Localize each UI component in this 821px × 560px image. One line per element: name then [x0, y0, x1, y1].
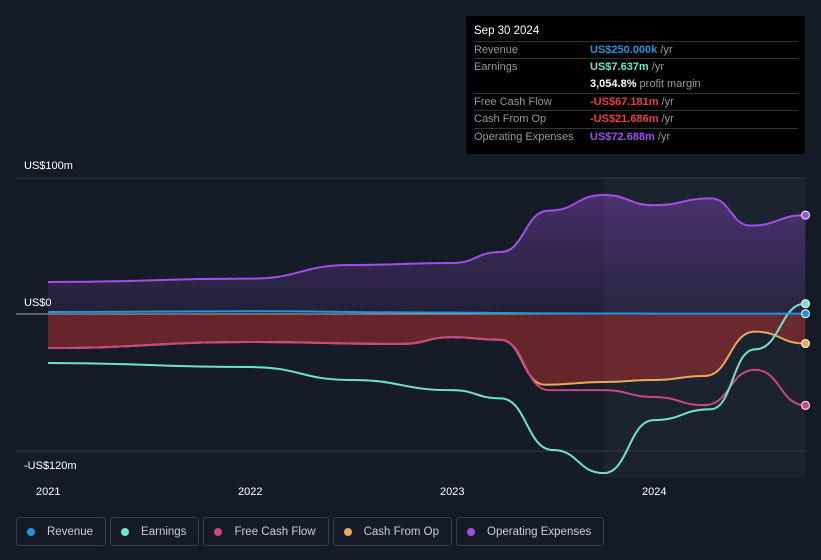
endpoint-operating-expenses	[801, 210, 810, 220]
legend-item-free-cash-flow[interactable]: Free Cash Flow	[203, 517, 329, 546]
value-text: 3,054.8%	[590, 77, 637, 90]
x-tick-label: 2021	[36, 486, 61, 498]
x-tick-label: 2022	[238, 486, 263, 498]
tooltip-row: Operating Expenses US$72.688m /yr	[474, 127, 798, 146]
y-tick-label: US$100m	[24, 160, 73, 172]
x-tick-label: 2024	[642, 486, 667, 498]
endpoint-cash-from-op	[801, 339, 810, 349]
value-text: US$250.000k	[590, 44, 658, 56]
unit-text: profit margin	[636, 77, 701, 90]
tooltip-row: Revenue US$250.000k /yr	[474, 41, 798, 59]
legend-dot-icon	[214, 527, 223, 536]
value-text: US$7.637m	[590, 61, 649, 74]
legend-dot-icon	[121, 527, 130, 536]
tooltip-date: Sep 30 2024	[474, 25, 540, 37]
legend-label: Cash From Op	[363, 525, 440, 538]
legend: Revenue Earnings Free Cash Flow Cash From O…	[16, 517, 605, 546]
endpoint-revenue	[801, 309, 810, 319]
tooltip-value: US$250.000k /yr	[590, 42, 673, 59]
x-tick-label: 2023	[440, 486, 465, 498]
unit-text: /yr	[657, 44, 673, 56]
tooltip-value: 3,054.8% profit margin	[590, 76, 701, 93]
unit-text: /yr	[648, 61, 664, 74]
legend-label: Earnings	[141, 525, 187, 538]
tooltip-value: US$72.688m /yr	[590, 129, 670, 146]
legend-dot-icon	[27, 527, 35, 536]
legend-item-earnings[interactable]: Earnings	[110, 517, 200, 546]
tooltip-row: Cash From Op -US$21.686m /yr	[474, 110, 798, 128]
endpoint-free-cash-flow	[801, 400, 810, 410]
legend-label: Operating Expenses	[487, 525, 592, 538]
value-text: -US$21.686m	[590, 113, 659, 126]
y-tick-label: -US$120m	[24, 460, 77, 472]
unit-text: /yr	[654, 130, 671, 143]
tooltip-value: -US$21.686m /yr	[590, 111, 674, 128]
legend-label: Revenue	[47, 525, 94, 538]
tooltip: Sep 30 2024 Revenue US$250.000k /yr Earnin…	[466, 16, 805, 154]
tooltip-label: Cash From Op	[474, 113, 547, 126]
tooltip-row: 3,054.8% profit margin	[474, 76, 798, 93]
value-text: -US$67.181m	[590, 95, 659, 108]
legend-item-revenue[interactable]: Revenue	[16, 517, 107, 546]
legend-dot-icon	[343, 527, 352, 536]
tooltip-label: Earnings	[474, 61, 518, 74]
legend-item-cash-from-op[interactable]: Cash From Op	[332, 517, 453, 546]
legend-dot-icon	[467, 527, 476, 536]
tooltip-value: US$7.637m /yr	[590, 59, 664, 76]
tooltip-label: Free Cash Flow	[474, 95, 552, 108]
legend-item-operating-expenses[interactable]: Operating Expenses	[456, 517, 605, 546]
tooltip-row: Free Cash Flow -US$67.181m /yr	[474, 92, 798, 111]
value-text: US$72.688m	[590, 130, 655, 143]
endpoint-earnings	[801, 299, 810, 309]
tooltip-label: Revenue	[474, 44, 519, 56]
legend-label: Free Cash Flow	[234, 525, 316, 538]
tooltip-label: Operating Expenses	[474, 130, 574, 143]
tooltip-row: Earnings US$7.637m /yr	[474, 58, 798, 76]
tooltip-value: -US$67.181m /yr	[590, 94, 674, 111]
y-tick-label: US$0	[24, 297, 52, 309]
unit-text: /yr	[658, 113, 674, 126]
unit-text: /yr	[658, 95, 674, 108]
